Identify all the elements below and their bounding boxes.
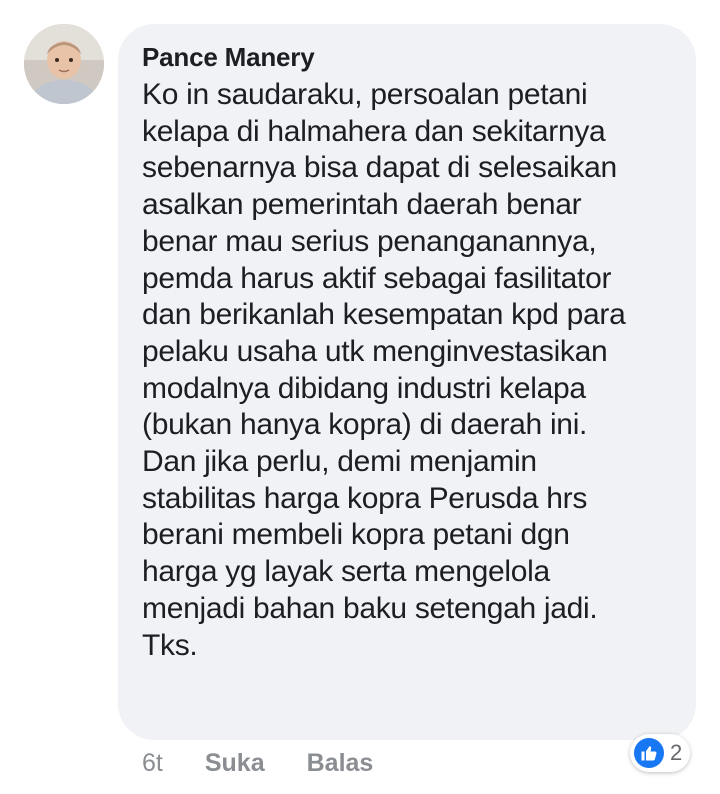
comment-line: Tks. [142, 628, 198, 662]
comment-line: Dan jika perlu, demi menjamin [142, 445, 537, 479]
comment-line: harga yg layak serta mengelola [142, 555, 550, 589]
comment-line: kelapa di halmahera dan sekitarnya [142, 114, 606, 148]
comment-line: berani membeli kopra petani dgn [142, 518, 570, 552]
comment-line: dan berikanlah kesempatan kpd para [142, 298, 626, 332]
comment-line: pelaku usaha utk menginvestasikan [142, 334, 608, 368]
comment-timestamp[interactable]: 6t [142, 749, 163, 778]
comment-text: Ko in saudaraku, persoalan petani kelapa… [142, 77, 674, 664]
comment-line: modalnya dibidang industri kelapa [142, 371, 586, 405]
comment-bubble: Pance Manery Ko in saudaraku, persoalan … [118, 24, 696, 740]
reaction-count: 2 [670, 740, 683, 765]
comment-line: pemda harus aktif sebagai fasilitator [142, 261, 612, 295]
comment-line: benar mau serius penanganannya, [142, 224, 597, 258]
comment-line: sebenarnya bisa dapat di selesaikan [142, 151, 617, 185]
thumbs-up-icon [634, 738, 664, 768]
reply-button[interactable]: Balas [307, 749, 374, 778]
comment-line: menjadi bahan baku setengah jadi. [142, 591, 598, 625]
comment-line: (bukan hanya kopra) di daerah ini. [142, 408, 588, 442]
avatar-image [24, 24, 104, 104]
like-button[interactable]: Suka [205, 749, 265, 778]
avatar[interactable] [24, 24, 104, 104]
comment-line: asalkan pemerintah daerah benar [142, 188, 582, 222]
reaction-summary[interactable]: 2 [630, 734, 691, 772]
comment-line: Ko in saudaraku, persoalan petani [142, 78, 588, 111]
comment-author[interactable]: Pance Manery [142, 41, 674, 73]
comment-actions: 6t Suka Balas [142, 746, 415, 780]
comment-line: stabilitas harga kopra Perusda hrs [142, 481, 588, 515]
